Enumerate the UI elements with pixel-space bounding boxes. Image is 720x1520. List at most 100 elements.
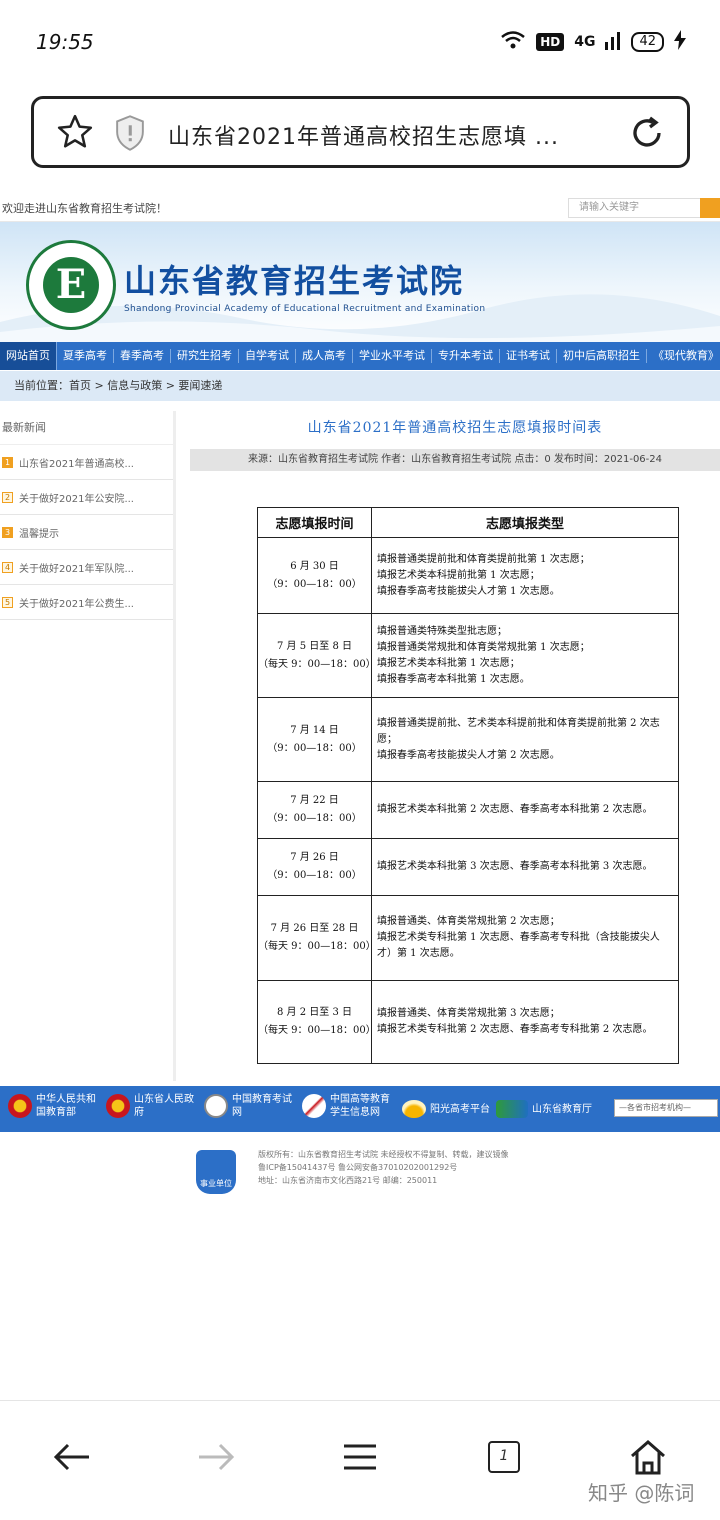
- table-row: 6 月 30 日 （9：00—18：00） 填报普通类提前批和体育类提前批第 1 …: [257, 537, 679, 614]
- list-item-text[interactable]: 关于做好2021年公费生...: [19, 595, 134, 610]
- list-item-text[interactable]: 关于做好2021年公安院...: [19, 490, 134, 505]
- chsi-logo-icon: [302, 1094, 326, 1118]
- type-line: 填报普通类常规批和体育类常规批第 1 次志愿；: [377, 641, 590, 653]
- time-cell: 7 月 14 日 （9：00—18：00）: [257, 697, 372, 782]
- time-cell: 8 月 2 日至 3 日 （每天 9：00—18：00）: [257, 980, 376, 1064]
- nav-item-spring-exam[interactable]: 春季高考: [114, 349, 171, 363]
- table-row: 7 月 26 日至 28 日 （每天 9：00—18：00） 填报普通类、体育类常…: [257, 895, 679, 981]
- site-search-input[interactable]: 请输入关键字: [568, 198, 708, 218]
- type-line: 填报春季高考技能拔尖人才第 1 次志愿。: [377, 585, 560, 597]
- province-select[interactable]: —各省市招考机构—: [614, 1099, 718, 1117]
- type-line: 填报艺术类专科批第 2 次志愿、春季高考专科批第 2 次志愿。: [377, 1024, 653, 1035]
- browser-bottom-nav: 1 知乎 @陈词: [0, 1400, 720, 1520]
- footer-link-label: 中国高等教育: [330, 1094, 390, 1105]
- list-item[interactable]: 2 关于做好2021年公安院...: [0, 480, 173, 515]
- list-item[interactable]: 5 关于做好2021年公费生...: [0, 585, 173, 620]
- list-item[interactable]: 4 关于做好2021年军队院...: [0, 550, 173, 585]
- hd-badge: HD: [536, 33, 565, 51]
- refresh-icon[interactable]: [629, 115, 665, 155]
- page-title[interactable]: 山东省2021年普通高校招生志愿填 ...: [168, 119, 608, 151]
- list-item-text[interactable]: 温馨提示: [19, 525, 59, 540]
- list-item-text[interactable]: 关于做好2021年军队院...: [19, 560, 134, 575]
- footer-link-label: 山东省教育厅: [532, 1103, 592, 1115]
- list-item-text[interactable]: 山东省2021年普通高校...: [19, 455, 134, 470]
- list-item-number: 5: [2, 596, 13, 608]
- footer-link-chsi[interactable]: 中国高等教育 学生信息网: [302, 1093, 390, 1119]
- nav-item-certificate[interactable]: 证书考试: [500, 349, 557, 363]
- site-search-button[interactable]: [700, 198, 720, 218]
- content-area: 最新新闻 1 山东省2021年普通高校... 2 关于做好2021年公安院...…: [0, 401, 720, 1091]
- footer-link-neea[interactable]: 中国教育考试网: [204, 1093, 292, 1119]
- nav-item-magazine[interactable]: 《现代教育》: [647, 349, 720, 363]
- nav-item-home[interactable]: 网站首页: [0, 342, 57, 370]
- nav-item-vocational[interactable]: 初中后高职招生: [557, 349, 647, 363]
- nav-item-summer-exam[interactable]: 夏季高考: [57, 349, 114, 363]
- list-item-number: 2: [2, 491, 13, 503]
- welcome-text: 欢迎走进山东省教育招生考试院！: [2, 202, 167, 215]
- nav-item-graduate[interactable]: 研究生招考: [171, 349, 239, 363]
- row-date: 7 月 14 日: [290, 724, 339, 736]
- site-logo[interactable]: E: [26, 240, 116, 330]
- row-hours: （9：00—18：00）: [267, 578, 362, 590]
- article-title: 山东省2021年普通高校招生志愿填报时间表: [307, 420, 603, 436]
- shield-icon[interactable]: [114, 115, 146, 155]
- emblem-icon: [8, 1094, 32, 1118]
- type-line: 填报艺术类本科批第 1 次志愿；: [377, 657, 520, 669]
- article-meta: 来源：山东省教育招生考试院 作者：山东省教育招生考试院 点击：0 发布时间：20…: [190, 449, 720, 471]
- table-row: 8 月 2 日至 3 日 （每天 9：00—18：00） 填报普通类、体育类常规批…: [257, 980, 679, 1064]
- site-banner: E 山东省教育招生考试院 Shandong Provincial Academy…: [0, 222, 720, 342]
- row-date: 7 月 22 日: [290, 795, 339, 806]
- footer-link-label: 山东省人民政: [134, 1094, 194, 1105]
- type-line: 填报艺术类专科批第 1 次志愿、春季高考专科批（含技能拔尖人才）第 1 次志愿。: [377, 932, 660, 959]
- time-cell: 7 月 5 日至 8 日 （每天 9：00—18：00）: [257, 613, 376, 698]
- copyright-line: 鲁ICP备15041437号 鲁公网安备37010202001292号: [258, 1163, 458, 1172]
- breadcrumb[interactable]: 当前位置：首页 > 信息与政策 > 要闻速递: [0, 371, 720, 401]
- status-time: 19:55: [36, 30, 94, 54]
- nav-item-upgrade[interactable]: 专升本考试: [432, 349, 500, 363]
- watermark: 知乎 @陈词: [588, 1481, 695, 1505]
- time-cell: 7 月 26 日至 28 日 （每天 9：00—18：00）: [257, 895, 376, 981]
- footer-link-gov[interactable]: 山东省人民政府: [106, 1093, 194, 1119]
- public-institution-badge[interactable]: 事业单位: [196, 1150, 236, 1194]
- time-cell: 6 月 30 日 （9：00—18：00）: [257, 537, 372, 614]
- table-header-row: 志愿填报时间 志愿填报类型: [257, 507, 679, 538]
- row-date: 7 月 26 日: [290, 852, 339, 863]
- table-row: 7 月 14 日 （9：00—18：00） 填报普通类提前批、艺术类本科提前批和体…: [257, 697, 679, 782]
- row-hours: （每天 9：00—18：00）: [258, 941, 376, 952]
- type-line: 填报普通类特殊类型批志愿；: [377, 625, 507, 637]
- row-date: 7 月 5 日至 8 日: [277, 640, 352, 652]
- menu-icon[interactable]: [340, 1437, 380, 1477]
- address-bar[interactable]: 山东省2021年普通高校招生志愿填 ...: [31, 96, 690, 168]
- star-icon[interactable]: [56, 113, 94, 155]
- footer-links: 中华人民共和 国教育部 山东省人民政府 中国教育考试网 中国高等教育 学生信息网 阳…: [0, 1086, 720, 1132]
- home-icon[interactable]: [628, 1437, 668, 1477]
- footer-link-label: 学生信息网: [330, 1107, 380, 1118]
- list-item[interactable]: 1 山东省2021年普通高校...: [0, 445, 173, 480]
- forward-arrow-icon[interactable]: [196, 1437, 236, 1477]
- footer-link-sdedu[interactable]: 山东省教育厅: [496, 1100, 592, 1118]
- tabs-icon[interactable]: 1: [484, 1437, 524, 1477]
- type-line: 填报普通类提前批和体育类提前批第 1 次志愿；: [377, 553, 590, 565]
- type-line: 填报艺术类本科批第 2 次志愿、春季高考本科批第 2 次志愿。: [377, 804, 653, 815]
- type-cell: 填报艺术类本科批第 3 次志愿、春季高考本科批第 3 次志愿。: [371, 838, 679, 896]
- footer-link-moe[interactable]: 中华人民共和 国教育部: [8, 1093, 96, 1119]
- nav-item-adult-exam[interactable]: 成人高考: [296, 349, 353, 363]
- time-cell: 7 月 26 日 （9：00—18：00）: [257, 838, 372, 896]
- time-cell: 7 月 22 日 （9：00—18：00）: [257, 781, 372, 839]
- row-hours: （每天 9：00—18：00）: [258, 1025, 376, 1036]
- row-hours: （9：00—18：00）: [267, 870, 362, 881]
- type-cell: 填报普通类提前批和体育类提前批第 1 次志愿； 填报艺术类本科提前批第 1 次志愿…: [371, 537, 679, 614]
- type-line: 填报普通类提前批、艺术类本科提前批和体育类提前批第 2 次志愿；: [377, 717, 660, 745]
- site-name-en: Shandong Provincial Academy of Education…: [124, 304, 486, 314]
- nav-item-proficiency[interactable]: 学业水平考试: [353, 349, 432, 363]
- copyright-line: 版权所有：山东省教育招生考试院 未经授权不得复制、转载，建议镜像: [258, 1150, 509, 1159]
- schedule-table: 志愿填报时间 志愿填报类型 6 月 30 日 （9：00—18：00） 填报普通类…: [257, 507, 679, 1064]
- news-sidebar: 最新新闻 1 山东省2021年普通高校... 2 关于做好2021年公安院...…: [0, 411, 176, 1081]
- nav-item-self-study[interactable]: 自学考试: [239, 349, 296, 363]
- list-item[interactable]: 3 温馨提示: [0, 515, 173, 550]
- header-type: 志愿填报类型: [371, 507, 679, 538]
- footer-link-gaokao[interactable]: 阳光高考平台: [402, 1100, 490, 1118]
- back-arrow-icon[interactable]: [52, 1437, 92, 1477]
- site-nav: 网站首页 夏季高考 春季高考 研究生招考 自学考试 成人高考 学业水平考试 专升…: [0, 342, 720, 370]
- table-row: 7 月 26 日 （9：00—18：00） 填报艺术类本科批第 3 次志愿、春季高…: [257, 838, 679, 896]
